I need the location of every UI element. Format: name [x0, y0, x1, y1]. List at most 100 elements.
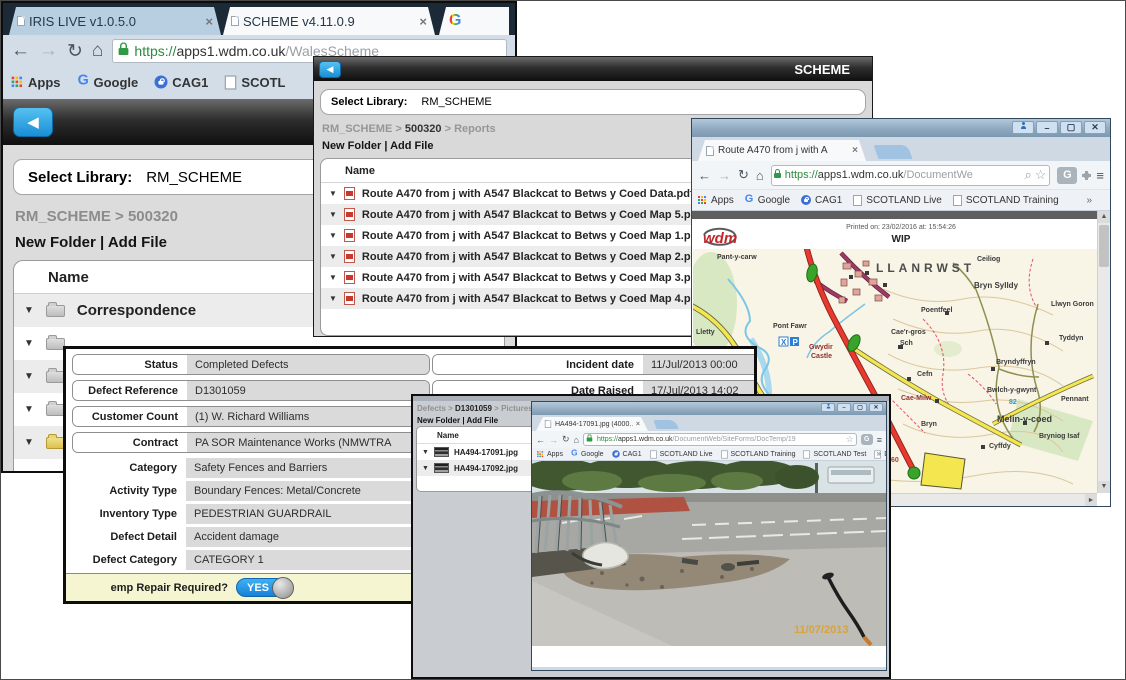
scroll-down-icon[interactable]: ▼: [1098, 481, 1110, 493]
new-tab-button[interactable]: [873, 145, 912, 159]
bookmark-star-icon[interactable]: ☆: [1035, 167, 1047, 183]
expand-caret-icon[interactable]: ▼: [329, 210, 337, 219]
bookmarks-bar: Apps Google CAG1 SCOTLAND Live: [692, 190, 1110, 211]
bookmarks-overflow-icon[interactable]: »: [1086, 195, 1092, 206]
scheme-titlebar[interactable]: ◀ SCHEME: [314, 57, 872, 81]
https-lock-icon: [587, 438, 593, 442]
forward-icon[interactable]: →: [549, 435, 558, 445]
bookmark-item[interactable]: SCOTLAND Live: [853, 195, 942, 206]
bookmark-item[interactable]: SCOTL: [226, 75, 285, 90]
expand-caret-icon[interactable]: ▼: [422, 449, 429, 456]
new-tab-button[interactable]: [653, 420, 678, 429]
window-titlebar[interactable]: – ▢ ✕: [692, 119, 1110, 137]
back-icon[interactable]: ←: [536, 435, 545, 445]
scrollbar-thumb[interactable]: [1099, 225, 1109, 267]
close-tab-icon[interactable]: ×: [636, 421, 640, 428]
field-value[interactable]: Completed Defects: [187, 355, 429, 374]
forward-icon[interactable]: →: [39, 40, 58, 62]
map-place-label: Bwlch-y-gwynt: [987, 387, 1036, 394]
back-icon[interactable]: ←: [11, 40, 30, 62]
minimize-button[interactable]: –: [837, 403, 851, 412]
breadcrumb-root[interactable]: RM_SCHEME >: [322, 123, 405, 135]
forward-icon[interactable]: →: [718, 168, 731, 183]
field-value[interactable]: PA SOR Maintenance Works (NMWTRA: [187, 433, 429, 452]
bookmarks-overflow-icon[interactable]: »: [877, 449, 881, 458]
zoom-icon[interactable]: ⌕: [1024, 167, 1031, 183]
scroll-right-icon[interactable]: ►: [1085, 494, 1097, 506]
field-value[interactable]: PEDESTRIAN GUARDRAIL: [186, 504, 430, 524]
reload-icon[interactable]: ↻: [67, 40, 83, 63]
breadcrumb-current[interactable]: D1301059: [455, 404, 492, 413]
breadcrumb-current[interactable]: 500320: [405, 123, 442, 135]
breadcrumb-root[interactable]: Defects >: [417, 404, 455, 413]
expand-caret-icon[interactable]: ▼: [329, 231, 337, 240]
browser-tab-google[interactable]: G: [439, 7, 509, 35]
form-field-row: Customer Count (1) W. Richard Williams: [72, 406, 430, 427]
close-button[interactable]: ✕: [869, 403, 883, 412]
home-icon[interactable]: ⌂: [92, 40, 103, 62]
field-value[interactable]: CATEGORY 1: [186, 550, 430, 570]
browser-tab[interactable]: IRIS LIVE v1.0.5.0 ×: [9, 7, 221, 35]
menu-icon[interactable]: ≡: [1096, 168, 1104, 183]
vertical-scrollbar[interactable]: ▲ ▼: [1097, 211, 1110, 493]
window-titlebar[interactable]: – ▢ ✕: [532, 402, 886, 415]
bookmark-item[interactable]: Apps: [536, 450, 563, 459]
close-tab-icon[interactable]: ×: [419, 14, 427, 29]
bookmark-item[interactable]: Apps: [698, 195, 734, 206]
expand-caret-icon[interactable]: ▼: [329, 252, 337, 261]
select-library-box[interactable]: Select Library: RM_SCHEME: [320, 89, 866, 115]
back-icon[interactable]: ←: [698, 168, 711, 183]
browser-tab[interactable]: HA494-17091.jpg (4000… ×: [536, 417, 648, 431]
bookmark-item[interactable]: CAG1: [611, 449, 642, 459]
tab-strip: IRIS LIVE v1.0.5.0 × SCHEME v4.11.0.9 × …: [3, 3, 515, 35]
field-value[interactable]: Boundary Fences: Metal/Concrete: [186, 481, 430, 501]
bookmark-star-icon[interactable]: ☆: [846, 434, 854, 445]
address-bar[interactable]: https://apps1.wdm.co.uk/DocumentWe ⌕ ☆: [771, 165, 1051, 186]
scroll-up-icon[interactable]: ▲: [1098, 211, 1110, 223]
toggle-knob[interactable]: [272, 577, 294, 599]
bookmark-item[interactable]: SCOTLAND Training: [953, 195, 1059, 206]
menu-icon[interactable]: ≡: [877, 435, 882, 445]
close-tab-icon[interactable]: ×: [852, 145, 858, 156]
profile-button[interactable]: [1012, 121, 1034, 134]
extensions-icon[interactable]: [1084, 173, 1089, 178]
bookmark-item[interactable]: SCOTLAND Training: [720, 449, 796, 460]
bookmark-item[interactable]: SCOTLAND Live: [649, 449, 713, 460]
app-back-button[interactable]: ◀: [13, 107, 53, 137]
expand-caret-icon[interactable]: ▼: [329, 294, 337, 303]
browser-tab[interactable]: Route A470 from j with A ×: [698, 140, 866, 161]
reload-icon[interactable]: ↻: [738, 167, 749, 183]
expand-caret-icon[interactable]: ▼: [422, 465, 429, 472]
g-extension-button[interactable]: G: [1057, 167, 1077, 184]
bookmark-item[interactable]: Apps: [13, 75, 61, 90]
bookmark-item[interactable]: Google: [745, 195, 790, 206]
field-value[interactable]: (1) W. Richard Williams: [187, 407, 429, 426]
minimize-button[interactable]: –: [1036, 121, 1058, 134]
browser-tab[interactable]: SCHEME v4.11.0.9 ×: [223, 7, 435, 35]
url-domain: apps1.wdm.co.uk: [818, 169, 904, 181]
app-back-button[interactable]: ◀: [319, 61, 341, 78]
profile-button[interactable]: [821, 403, 835, 412]
home-icon[interactable]: ⌂: [574, 435, 579, 445]
bookmark-item[interactable]: CAG1: [156, 75, 208, 90]
field-value[interactable]: 11/Jul/2013 00:00: [643, 355, 757, 374]
field-value[interactable]: Accident damage: [186, 527, 430, 547]
bookmark-item[interactable]: SCOTLAND Test: [802, 449, 866, 460]
expand-caret-icon[interactable]: ▼: [329, 273, 337, 282]
maximize-button[interactable]: ▢: [853, 403, 867, 412]
expand-caret-icon[interactable]: ▼: [329, 189, 337, 198]
maximize-button[interactable]: ▢: [1060, 121, 1082, 134]
field-value[interactable]: Safety Fences and Barriers: [186, 458, 430, 478]
reload-icon[interactable]: ↻: [562, 434, 570, 445]
bookmark-item[interactable]: Google: [570, 449, 604, 460]
home-icon[interactable]: ⌂: [756, 168, 764, 183]
field-value[interactable]: D1301059: [187, 381, 429, 400]
close-tab-icon[interactable]: ×: [205, 14, 213, 29]
g-extension-button[interactable]: G: [861, 434, 873, 445]
address-bar[interactable]: https://apps1.wdm.co.uk/DocumentWeb/Site…: [583, 433, 857, 446]
expand-caret-icon[interactable]: ▼: [24, 305, 34, 316]
close-button[interactable]: ✕: [1084, 121, 1106, 134]
repair-required-toggle[interactable]: YES: [236, 578, 292, 597]
bookmark-item[interactable]: Google: [79, 75, 139, 90]
bookmark-item[interactable]: CAG1: [801, 195, 842, 206]
